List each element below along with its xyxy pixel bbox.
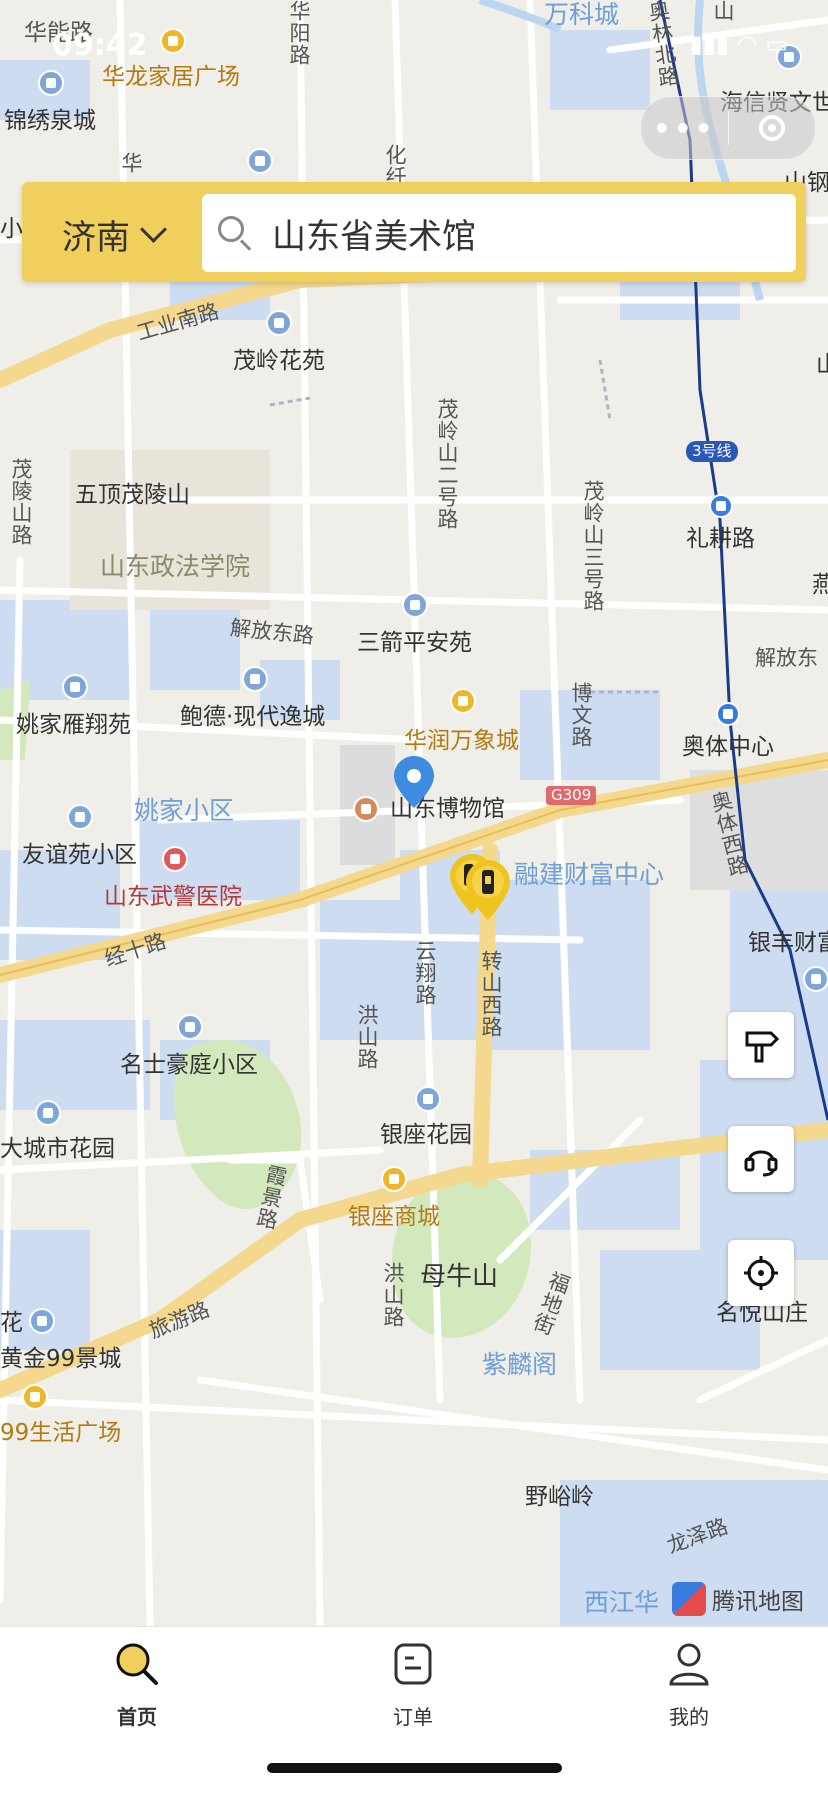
home-indicator <box>267 1763 562 1773</box>
order-icon <box>394 1643 432 1685</box>
road-label: 洪山路 <box>381 1262 405 1328</box>
chevron-down-icon <box>140 216 167 243</box>
area-label: 融建财富中心 <box>514 860 665 889</box>
map-label: 银座花园 <box>380 1122 472 1148</box>
map-label: 三箭平安苑 <box>357 630 472 656</box>
highway-label: G309 <box>546 786 597 805</box>
tab-label: 首页 <box>117 1705 157 1729</box>
road-label: 洪山路 <box>355 1004 379 1070</box>
mall-pin-icon <box>22 1384 48 1410</box>
map-label: 母牛山 <box>420 1262 499 1292</box>
road-label: 博文路 <box>569 682 593 748</box>
road-label: 茂陵山路 <box>9 458 33 546</box>
map-label: 茂岭花苑 <box>233 348 325 374</box>
map-label: 燕 <box>812 572 828 598</box>
city-selector[interactable]: 济南 <box>62 210 167 259</box>
map-label: 山东武警医院 <box>104 884 242 910</box>
area-label: 西江华 <box>584 1588 660 1617</box>
more-icon[interactable]: ••• <box>641 112 728 145</box>
signal-icon: ▮▮▮ <box>689 30 730 58</box>
road-label: 茂岭山三号路 <box>581 480 605 612</box>
map-label: 姚家雁翔苑 <box>16 712 131 738</box>
map-label: 华龙家居广场 <box>102 64 240 90</box>
metro-station-icon <box>716 702 740 726</box>
community-pin-icon <box>803 966 828 992</box>
road-label: 解放东 <box>755 646 818 670</box>
miniprogram-capsule: ••• <box>640 96 816 160</box>
community-pin-icon <box>415 1086 441 1112</box>
customer-service-button[interactable] <box>728 1126 794 1192</box>
road-label: 华阳路 <box>287 0 311 66</box>
search-input[interactable]: 山东省美术馆 <box>202 194 796 272</box>
tencent-map-icon <box>672 1582 706 1616</box>
museum-pin-icon <box>353 796 379 822</box>
battery-icon: ▭ <box>765 30 788 58</box>
map-label: 礼耕路 <box>686 526 755 552</box>
community-pin-icon <box>242 666 268 692</box>
route-guide-button[interactable] <box>728 1012 794 1078</box>
community-pin-icon <box>29 1308 55 1334</box>
map-label: 锦绣泉城 <box>4 108 96 134</box>
community-pin-icon <box>402 592 428 618</box>
wifi-icon: ◠ <box>736 30 758 58</box>
map-label: 黄金99景城 <box>0 1346 122 1372</box>
city-name: 济南 <box>62 218 130 258</box>
locate-me-button[interactable] <box>728 1240 794 1306</box>
road-label: 转山西路 <box>479 950 503 1038</box>
map-label: 鲍德·现代逸城 <box>180 704 326 730</box>
tab-orders[interactable]: 订单 <box>353 1641 473 1730</box>
map-label: 华润万象城 <box>404 728 519 754</box>
community-pin-icon <box>62 674 88 700</box>
road-label: 茂岭山二号路 <box>435 398 459 530</box>
mall-pin-icon <box>450 688 476 714</box>
search-query: 山东省美术馆 <box>272 216 476 257</box>
map-label: 友谊苑小区 <box>22 842 137 868</box>
area-label: 山东政法学院 <box>100 552 251 581</box>
headset-icon <box>744 1150 778 1177</box>
crosshair-icon <box>744 1256 778 1290</box>
close-miniprogram-icon[interactable] <box>729 115 816 141</box>
tab-home[interactable]: 首页 <box>77 1641 197 1730</box>
mall-pin-icon <box>160 28 186 54</box>
signpost-icon <box>745 1031 780 1063</box>
map-label: 银丰财富 <box>748 930 828 956</box>
area-label: 紫麟阁 <box>482 1350 558 1379</box>
community-pin-icon <box>266 310 292 336</box>
destination-marker-icon[interactable] <box>394 756 434 808</box>
map-label: 99生活广场 <box>0 1420 122 1446</box>
metro-station-icon <box>709 494 733 518</box>
community-pin-icon <box>67 804 93 830</box>
map-label: 大城市花园 <box>0 1136 115 1162</box>
community-pin-icon <box>35 1100 61 1126</box>
search-icon <box>218 216 252 250</box>
tab-profile[interactable]: 我的 <box>629 1641 749 1730</box>
map-label: 银座商城 <box>348 1204 440 1230</box>
map-label: 万科城 <box>544 0 620 29</box>
map-label: 花 <box>0 1310 23 1336</box>
hospital-pin-icon <box>162 846 188 872</box>
area-label: 姚家小区 <box>134 796 235 825</box>
community-pin-icon <box>247 148 273 174</box>
map-label: 奥体中心 <box>682 734 774 760</box>
map-label: 名士豪庭小区 <box>120 1052 258 1078</box>
tab-label: 订单 <box>393 1705 433 1729</box>
road-label: 山 <box>711 0 735 22</box>
status-time: 09:42 <box>52 28 148 63</box>
community-pin-icon <box>177 1014 203 1040</box>
tab-label: 我的 <box>669 1705 709 1729</box>
map-label: 五顶茂陵山 <box>75 482 190 508</box>
user-icon <box>669 1643 709 1686</box>
map-label: 野峪岭 <box>525 1484 594 1510</box>
status-icons: ▮▮▮ ◠ ▭ <box>689 30 788 58</box>
locker-marker-icon[interactable] <box>466 860 510 920</box>
search-bar: 济南 山东省美术馆 <box>22 182 806 282</box>
search-icon <box>116 1643 158 1685</box>
community-pin-icon <box>38 70 64 96</box>
road-label: 云翔路 <box>413 940 437 1006</box>
map-label: 山 <box>816 352 828 378</box>
tencent-map-logo: 腾讯地图 <box>672 1582 804 1616</box>
metro-line-label: 3号线 <box>686 441 738 462</box>
road-label: 华 <box>119 152 143 174</box>
mall-pin-icon <box>381 1166 407 1192</box>
